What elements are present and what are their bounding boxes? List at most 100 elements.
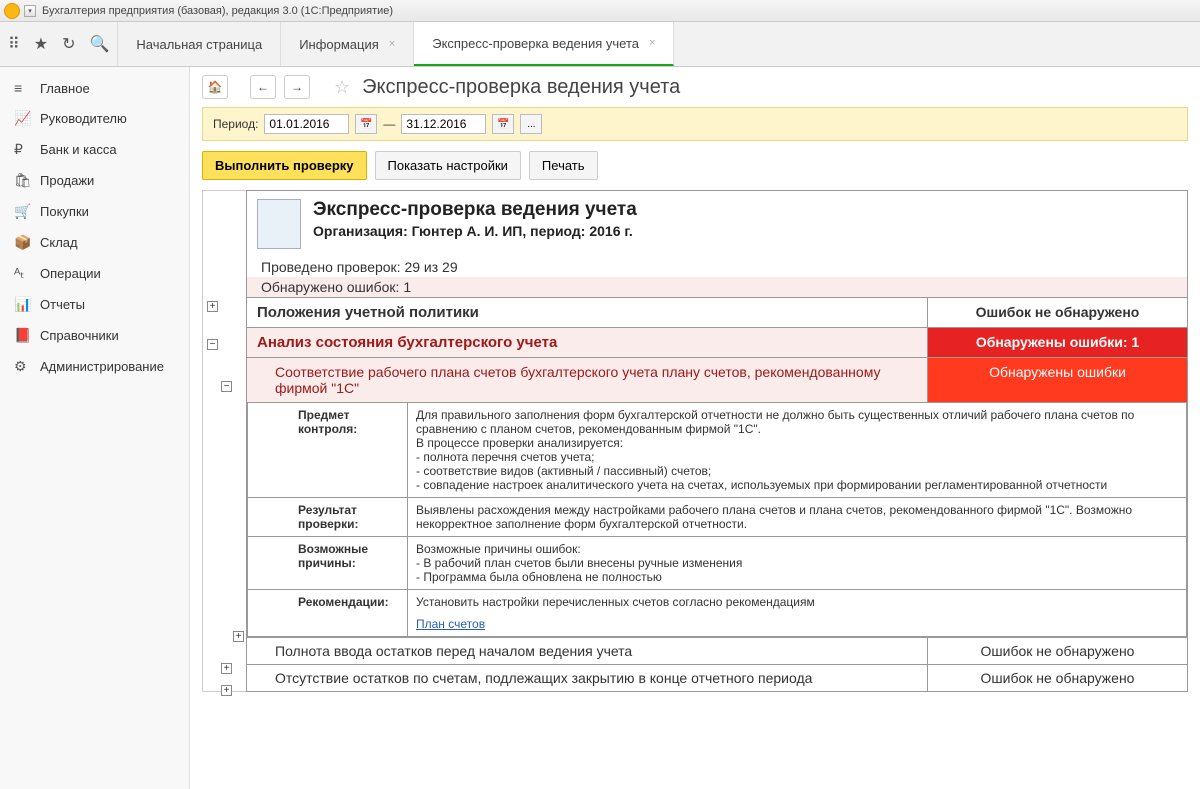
rec-cell: Установить настройки перечисленных счето…: [408, 590, 1187, 637]
tree-expand-icon[interactable]: +: [221, 685, 232, 696]
section-status: Обнаружены ошибки: 1: [927, 328, 1187, 357]
tree-expand-icon[interactable]: +: [233, 631, 244, 642]
topbar: ⠿ ★ ↻ 🔍 Начальная страницаИнформация×Экс…: [0, 22, 1200, 67]
print-button[interactable]: Печать: [529, 151, 598, 180]
section-row: Положения учетной политики Ошибок не обн…: [247, 297, 1187, 327]
checks-count: Проведено проверок: 29 из 29: [247, 257, 1187, 277]
tree-collapse-icon[interactable]: −: [207, 339, 218, 350]
sidebar-item[interactable]: ⚙ Администрирование: [0, 351, 189, 382]
tail-title: Полнота ввода остатков перед началом вед…: [247, 638, 927, 664]
subsection-status: Обнаружены ошибки: [927, 358, 1187, 402]
sidebar-item[interactable]: 📕 Справочники: [0, 320, 189, 351]
sidebar-item[interactable]: 📦Склад: [0, 227, 189, 258]
sidebar-label: Банк и касса: [40, 142, 117, 157]
tree-collapse-icon[interactable]: −: [221, 381, 232, 392]
tab[interactable]: Экспресс-проверка ведения учета×: [414, 22, 674, 66]
period-bar: Период: 📅 — 📅 ...: [202, 107, 1188, 141]
sidebar-icon: ᴬₜ: [14, 265, 30, 282]
sidebar-label: Администрирование: [40, 359, 164, 374]
period-label: Период:: [213, 117, 258, 131]
sidebar-item[interactable]: 📊 Отчеты: [0, 289, 189, 320]
section-row: Анализ состояния бухгалтерского учета Об…: [247, 327, 1187, 357]
report-area: + − − + + + Экспресс-проверка ведения уч…: [202, 190, 1188, 692]
title-dropdown-icon[interactable]: ▾: [24, 5, 36, 17]
sidebar-item[interactable]: ᴬₜ Операции: [0, 258, 189, 289]
rec-text: Установить настройки перечисленных счето…: [416, 595, 1178, 609]
detail-table: Предмет контроля: Для правильного заполн…: [247, 402, 1187, 637]
date-from-input[interactable]: [264, 114, 349, 134]
favorite-icon[interactable]: ☆: [334, 77, 350, 98]
sidebar-label: Отчеты: [40, 297, 85, 312]
calendar-to-icon[interactable]: 📅: [492, 114, 514, 134]
tab[interactable]: Информация×: [281, 22, 414, 66]
tail-status: Ошибок не обнаружено: [927, 665, 1187, 691]
calendar-from-icon[interactable]: 📅: [355, 114, 377, 134]
sidebar-icon: 🛒: [14, 203, 30, 220]
subject-text: Для правильного заполнения форм бухгалте…: [408, 403, 1187, 498]
sidebar-icon: 📕: [14, 327, 30, 344]
sidebar-item[interactable]: ≡ Главное: [0, 73, 189, 103]
cause-text: Возможные причины ошибок: - В рабочий пл…: [408, 537, 1187, 590]
title-bar: ▾ Бухгалтерия предприятия (базовая), ред…: [0, 0, 1200, 22]
sidebar-icon: ≡: [14, 80, 30, 96]
sidebar-label: Покупки: [40, 204, 89, 219]
sidebar-item[interactable]: ₽ Банк и касса: [0, 134, 189, 165]
errors-count: Обнаружено ошибок: 1: [247, 277, 1187, 297]
topbar-icons: ⠿ ★ ↻ 🔍: [0, 22, 118, 66]
sidebar-icon: 🛍: [14, 172, 30, 189]
plan-link[interactable]: План счетов: [416, 617, 485, 631]
sidebar-icon: ₽: [14, 141, 30, 158]
report-org: Организация: Гюнтер А. И. ИП, период: 20…: [313, 223, 637, 239]
show-settings-button[interactable]: Показать настройки: [375, 151, 521, 180]
sidebar-item[interactable]: 🛍 Продажи: [0, 165, 189, 196]
tab[interactable]: Начальная страница: [118, 22, 281, 66]
sidebar-item[interactable]: 📈Руководителю: [0, 103, 189, 134]
tree-expand-icon[interactable]: +: [221, 663, 232, 674]
section-title: Положения учетной политики: [247, 298, 927, 327]
result-text: Выявлены расхождения между настройками р…: [408, 498, 1187, 537]
tree-expand-icon[interactable]: +: [207, 301, 218, 312]
date-separator: —: [383, 117, 395, 131]
report-header: Экспресс-проверка ведения учета Организа…: [247, 191, 1187, 257]
subject-label: Предмет контроля:: [248, 403, 408, 498]
sidebar-label: Главное: [40, 81, 90, 96]
history-icon[interactable]: ↻: [62, 34, 75, 54]
section-title: Анализ состояния бухгалтерского учета: [247, 328, 927, 357]
search-icon[interactable]: 🔍: [89, 34, 109, 54]
apps-icon[interactable]: ⠿: [8, 34, 20, 54]
sidebar-icon: 📊: [14, 296, 30, 313]
period-more-button[interactable]: ...: [520, 114, 542, 134]
sidebar-item[interactable]: 🛒 Покупки: [0, 196, 189, 227]
sidebar-label: Руководителю: [40, 111, 127, 126]
forward-button[interactable]: →: [284, 75, 310, 99]
subsection-row: Соответствие рабочего плана счетов бухга…: [247, 357, 1187, 402]
page-title: Экспресс-проверка ведения учета: [362, 76, 680, 99]
sidebar-label: Операции: [40, 266, 101, 281]
app-icon: [4, 3, 20, 19]
sidebar-icon: ⚙: [14, 358, 30, 375]
home-button[interactable]: 🏠: [202, 75, 228, 99]
back-button[interactable]: ←: [250, 75, 276, 99]
report: Экспресс-проверка ведения учета Организа…: [246, 190, 1188, 692]
star-icon[interactable]: ★: [34, 34, 48, 54]
close-icon[interactable]: ×: [649, 37, 655, 49]
section-status: Ошибок не обнаружено: [927, 298, 1187, 327]
sidebar-icon: 📦: [14, 234, 30, 251]
subsection-title: Соответствие рабочего плана счетов бухга…: [247, 358, 927, 402]
tree-column: + − − + + +: [202, 190, 246, 692]
run-check-button[interactable]: Выполнить проверку: [202, 151, 367, 180]
header-row: 🏠 ← → ☆ Экспресс-проверка ведения учета: [190, 67, 1200, 107]
tabs: Начальная страницаИнформация×Экспресс-пр…: [118, 22, 674, 66]
tail-row: Отсутствие остатков по счетам, подлежащи…: [247, 664, 1187, 691]
sidebar-label: Продажи: [40, 173, 94, 188]
content: 🏠 ← → ☆ Экспресс-проверка ведения учета …: [190, 67, 1200, 789]
report-title: Экспресс-проверка ведения учета: [313, 199, 637, 221]
report-icon: [257, 199, 301, 249]
tail-title: Отсутствие остатков по счетам, подлежащи…: [247, 665, 927, 691]
date-to-input[interactable]: [401, 114, 486, 134]
action-bar: Выполнить проверку Показать настройки Пе…: [190, 141, 1200, 190]
close-icon[interactable]: ×: [389, 38, 395, 50]
tail-status: Ошибок не обнаружено: [927, 638, 1187, 664]
result-label: Результат проверки:: [248, 498, 408, 537]
sidebar-label: Справочники: [40, 328, 119, 343]
